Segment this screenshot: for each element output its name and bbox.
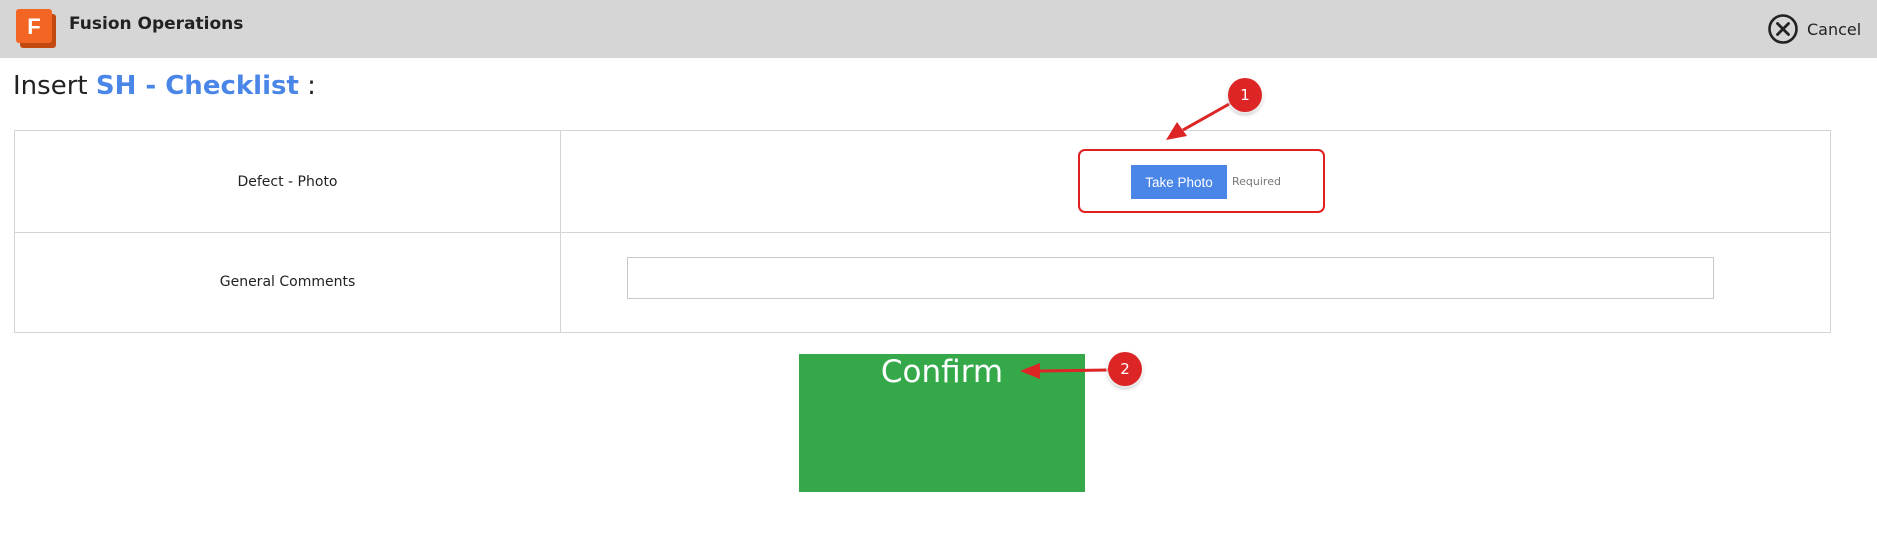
annotation-arrows (1020, 101, 1232, 379)
annotation-badge-1: 1 (1228, 78, 1262, 112)
annotation-badge-2: 2 (1108, 352, 1142, 386)
annotation-arrow-1 (1166, 101, 1232, 140)
annotation-arrow-2 (1020, 363, 1109, 379)
